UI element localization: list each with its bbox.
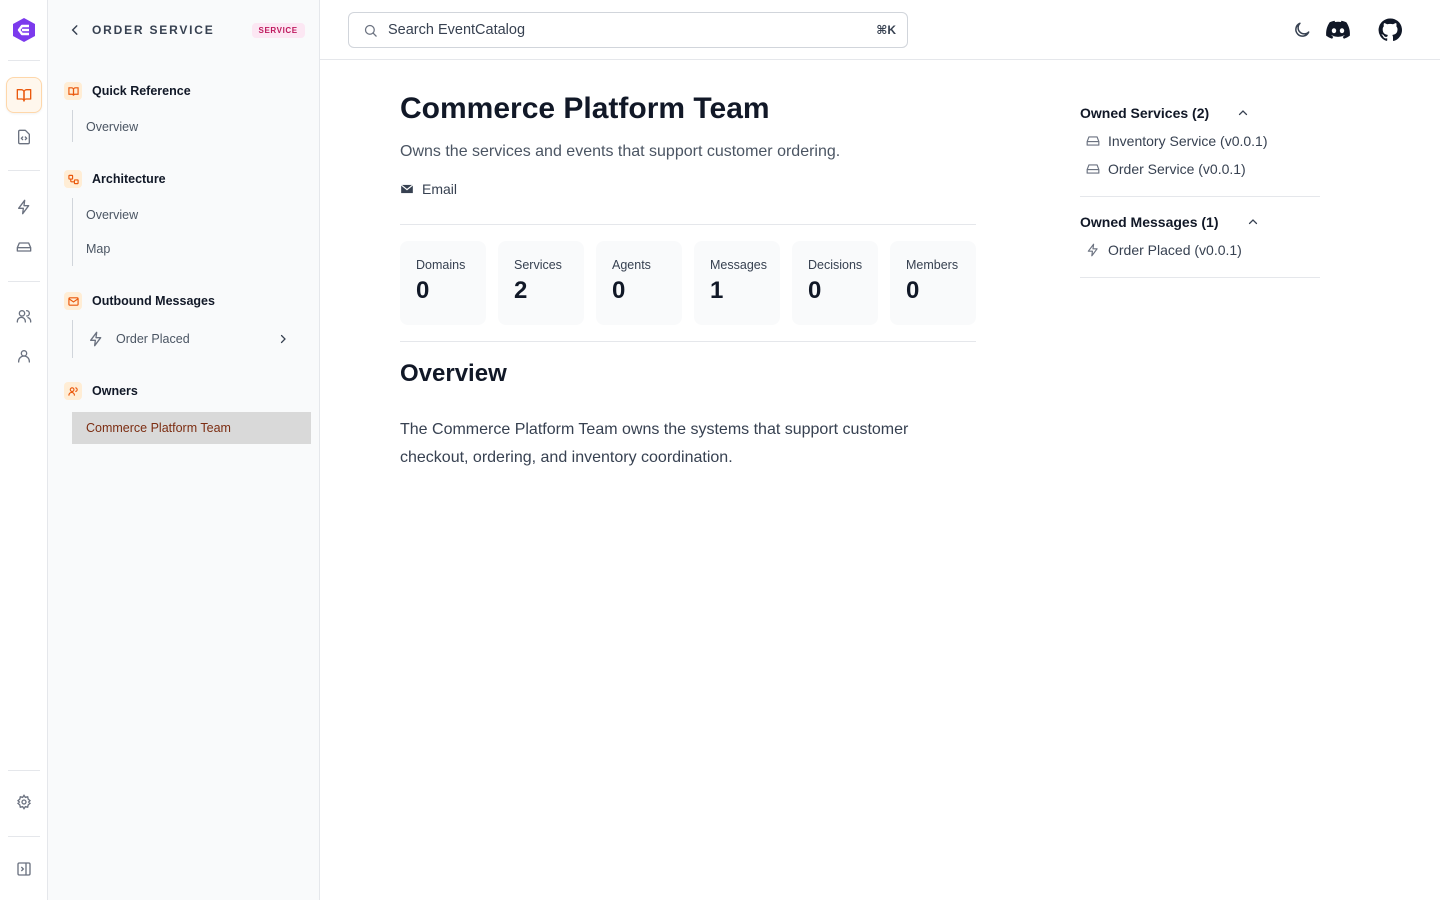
section-owners: Owners: [64, 382, 138, 400]
rail-events-button[interactable]: [6, 189, 42, 225]
discord-icon: [1326, 20, 1350, 39]
owned-messages-header[interactable]: Owned Messages (1): [1080, 214, 1259, 230]
bolt-icon: [90, 331, 102, 347]
workflow-icon: [67, 174, 79, 184]
sidebar-title: ORDER SERVICE: [92, 23, 215, 37]
search-icon: [364, 24, 377, 37]
chevron-left-icon[interactable]: [68, 23, 82, 37]
stat-label: Messages: [710, 258, 767, 272]
section-architecture: Architecture: [64, 170, 166, 188]
stat-card-agents: Agents 0: [596, 241, 682, 325]
top-bar: Search EventCatalog ⌘K: [320, 0, 1440, 60]
icon-rail: [0, 0, 48, 900]
owned-message-order-placed[interactable]: Order Placed (v0.0.1): [1086, 242, 1242, 258]
service-badge: SERVICE: [251, 22, 305, 38]
divider: [400, 224, 976, 225]
stat-label: Decisions: [808, 258, 863, 272]
book-open-icon: [16, 89, 32, 102]
rail-teams-button[interactable]: [6, 298, 42, 334]
stat-value: 2: [514, 277, 528, 304]
discord-link[interactable]: [1326, 18, 1350, 42]
stat-value: 0: [808, 277, 822, 304]
chevron-up-icon[interactable]: [1247, 216, 1259, 228]
stat-card-members: Members 0: [890, 241, 976, 325]
server-icon: [16, 242, 32, 252]
users-icon: [67, 386, 78, 396]
rail-services-button[interactable]: [6, 229, 42, 265]
rail-divider: [8, 281, 40, 282]
search-shortcut: ⌘K: [876, 23, 896, 37]
github-link[interactable]: [1378, 18, 1402, 42]
chevron-right-icon[interactable]: [277, 333, 289, 345]
theme-toggle-button[interactable]: [1290, 18, 1314, 42]
user-icon: [18, 350, 30, 363]
gear-icon: [17, 794, 31, 810]
mail-icon: [400, 184, 414, 194]
file-code-icon: [18, 129, 30, 145]
rail-divider: [8, 60, 40, 61]
github-icon: [1378, 18, 1402, 42]
section-title: Outbound Messages: [92, 294, 215, 308]
sidebar-header: ORDER SERVICE SERVICE: [48, 0, 319, 60]
section-outbound-messages: Outbound Messages: [64, 292, 215, 310]
stat-value: 1: [710, 277, 724, 304]
divider: [1080, 277, 1320, 278]
owned-services-header[interactable]: Owned Services (2): [1080, 105, 1249, 121]
rail-divider: [8, 836, 40, 837]
rail-settings-button[interactable]: [6, 784, 42, 820]
sidebar-item-overview[interactable]: Overview: [86, 120, 138, 134]
moon-icon: [1295, 22, 1310, 37]
stat-label: Domains: [416, 258, 466, 272]
eventcatalog-logo[interactable]: [11, 17, 37, 43]
sidebar-item-order-placed[interactable]: Order Placed: [84, 324, 299, 354]
stat-card-decisions: Decisions 0: [792, 241, 878, 325]
page-subtitle: Owns the services and events that suppor…: [400, 143, 841, 160]
overview-text: The Commerce Platform Team owns the syst…: [400, 421, 909, 466]
divider: [400, 341, 976, 342]
stat-label: Agents: [612, 258, 651, 272]
sidebar-item-architecture-overview[interactable]: Overview: [86, 208, 138, 222]
stat-label: Services: [514, 258, 562, 272]
stat-label: Members: [906, 258, 959, 272]
search-input[interactable]: Search EventCatalog ⌘K: [348, 12, 908, 48]
bolt-icon: [1087, 243, 1098, 257]
section-title: Architecture: [92, 172, 166, 186]
section-title: Owners: [92, 384, 138, 398]
divider: [1080, 196, 1320, 197]
sidebar: ORDER SERVICE SERVICE Quick Reference Ov…: [48, 0, 320, 900]
stat-value: 0: [906, 277, 920, 304]
sidebar-collapse-icon: [17, 862, 31, 876]
owned-service-order[interactable]: Order Service (v0.0.1): [1086, 161, 1246, 177]
rail-divider: [8, 170, 40, 171]
section-quick-reference: Quick Reference: [64, 82, 191, 100]
email-link[interactable]: Email: [400, 181, 457, 197]
users-icon: [16, 310, 32, 323]
book-open-icon: [67, 86, 79, 96]
stat-value: 0: [612, 277, 626, 304]
stats-row: Domains 0 Services 2 Agents 0 Messages 1…: [400, 241, 976, 325]
stat-card-services: Services 2: [498, 241, 584, 325]
sidebar-item-commerce-platform-team[interactable]: Commerce Platform Team: [72, 412, 311, 444]
rail-user-button[interactable]: [6, 338, 42, 374]
owned-service-inventory[interactable]: Inventory Service (v0.0.1): [1086, 133, 1268, 149]
chevron-up-icon[interactable]: [1237, 107, 1249, 119]
stat-value: 0: [416, 277, 430, 304]
mail-icon: [67, 296, 79, 306]
sidebar-item-map[interactable]: Map: [86, 242, 110, 256]
server-icon: [1086, 164, 1100, 174]
rail-api-button[interactable]: [6, 119, 42, 155]
rail-divider: [8, 770, 40, 771]
overview-heading: Overview: [400, 360, 507, 387]
section-title: Quick Reference: [92, 84, 191, 98]
server-icon: [1086, 136, 1100, 146]
stat-card-messages: Messages 1: [694, 241, 780, 325]
rail-docs-button[interactable]: [6, 77, 42, 113]
page-title: Commerce Platform Team: [400, 92, 770, 125]
stat-card-domains: Domains 0: [400, 241, 486, 325]
rail-collapse-button[interactable]: [6, 851, 42, 887]
bolt-icon: [18, 199, 30, 215]
search-placeholder: Search EventCatalog: [388, 22, 526, 38]
